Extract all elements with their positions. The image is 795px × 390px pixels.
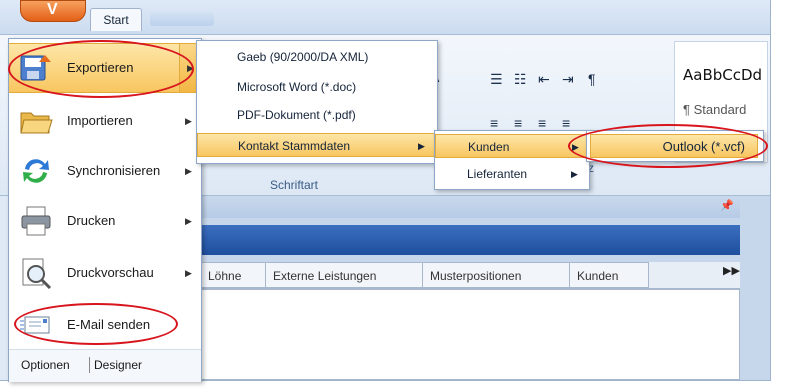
tab-faded[interactable] <box>150 12 214 26</box>
application-button[interactable]: V <box>20 0 86 22</box>
folder-open-icon <box>20 112 53 134</box>
increase-indent-icon[interactable]: ⇥ <box>562 71 574 88</box>
align-right-icon[interactable]: ≡ <box>538 115 546 131</box>
menu-item-label: Importieren <box>67 113 133 128</box>
decrease-indent-icon[interactable]: ⇤ <box>538 71 550 88</box>
highlight-ring-email <box>14 303 178 345</box>
panel-title-bar <box>200 225 740 255</box>
submenu-item-label: Microsoft Word (*.doc) <box>237 80 357 94</box>
tab-musterpositionen[interactable]: Musterpositionen <box>422 262 570 288</box>
panel-header <box>200 196 740 218</box>
tab-start[interactable]: Start <box>90 8 142 31</box>
tab-externe-leistungen[interactable]: Externe Leistungen <box>265 262 423 288</box>
submenu-item-gaeb[interactable]: Gaeb (90/2000/DA XML) <box>197 45 437 69</box>
tab-kunden[interactable]: Kunden <box>569 262 649 288</box>
submenu-item-label: Kontakt Stammdaten <box>238 139 351 153</box>
submenu-item-kunden[interactable]: Kunden ▶ <box>435 134 589 158</box>
pin-icon[interactable]: 📌 <box>720 199 734 212</box>
menu-item-drucken[interactable]: Drucken ▶ <box>9 197 201 245</box>
optionen-button[interactable]: Optionen <box>21 358 70 372</box>
highlight-ring-outlook <box>568 124 768 168</box>
menu-item-label: Drucken <box>67 213 116 228</box>
justify-icon[interactable]: ≡ <box>562 115 570 131</box>
chevron-right-icon: ▶ <box>185 116 192 126</box>
app-button-label: V <box>47 1 58 18</box>
chevron-right-icon: ▶ <box>185 166 192 176</box>
tab-loehne[interactable]: Löhne <box>200 262 266 288</box>
submenu-item-label: Gaeb (90/2000/DA XML) <box>237 50 369 64</box>
bullet-list-icon[interactable]: ☰ <box>490 71 503 88</box>
style-name: ¶ Standard <box>683 102 747 117</box>
menu-item-label: Synchronisieren <box>67 163 161 178</box>
submenu-item-word[interactable]: Microsoft Word (*.doc) <box>197 75 437 99</box>
menu-item-importieren[interactable]: Importieren ▶ <box>9 97 201 145</box>
chevron-right-icon: ▶ <box>185 216 192 226</box>
kontakt-submenu: Kunden ▶ Lieferanten ▶ <box>434 130 590 190</box>
highlight-ring-exportieren <box>8 40 194 98</box>
export-submenu: Gaeb (90/2000/DA XML) Microsoft Word (*.… <box>196 40 438 164</box>
menu-footer: Optionen Designer <box>9 349 201 382</box>
numbered-list-icon[interactable]: ☷ <box>514 71 527 88</box>
submenu-item-label: Kunden <box>468 140 510 154</box>
menu-item-label: Druckvorschau <box>67 265 154 280</box>
menu-item-druckvorschau[interactable]: Druckvorschau ▶ <box>9 249 201 297</box>
tabs-more-icon[interactable]: ▶▶ <box>723 264 740 277</box>
chevron-right-icon: ▶ <box>571 169 578 179</box>
chevron-right-icon: ▶ <box>185 268 192 278</box>
align-center-icon[interactable]: ≡ <box>514 115 522 131</box>
submenu-item-label: PDF-Dokument (*.pdf) <box>237 108 356 122</box>
print-preview-icon <box>22 258 52 289</box>
sync-icon <box>23 159 49 183</box>
ribbon-group-label-schriftart: Schriftart <box>270 178 319 192</box>
submenu-item-lieferanten[interactable]: Lieferanten ▶ <box>435 162 589 186</box>
submenu-item-label: Lieferanten <box>467 167 528 181</box>
submenu-item-pdf[interactable]: PDF-Dokument (*.pdf) <box>197 103 437 127</box>
align-left-icon[interactable]: ≡ <box>490 115 498 131</box>
printer-icon <box>21 206 51 236</box>
chevron-right-icon: ▶ <box>418 141 425 151</box>
pilcrow-icon[interactable]: ¶ <box>588 71 596 87</box>
footer-separator <box>89 357 90 373</box>
submenu-item-kontakt-stammdaten[interactable]: Kontakt Stammdaten ▶ <box>197 133 437 157</box>
designer-button[interactable]: Designer <box>94 358 142 372</box>
menu-item-synchronisieren[interactable]: Synchronisieren ▶ <box>9 147 201 195</box>
style-sample: AaBbCcDd <box>683 66 763 84</box>
content-pane <box>200 289 740 380</box>
